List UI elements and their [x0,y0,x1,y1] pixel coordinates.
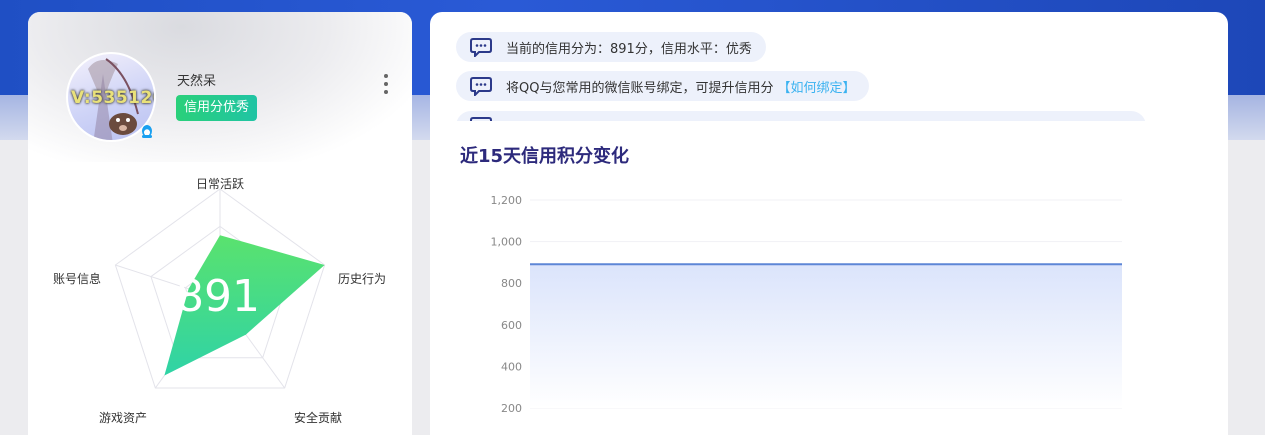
chart-ytick-label: 1,000 [491,236,523,249]
notice-partial [456,111,1146,121]
chart-ytick-label: 400 [501,360,522,373]
radar-axis-label: 日常活跃 [196,177,244,191]
how-to-bind-link[interactable]: 【如何绑定】 [777,77,855,96]
credit-level-badge: 信用分优秀 [176,95,258,121]
chart-ytick-label: 200 [501,402,522,415]
username: 天然呆 [177,74,217,89]
notice-scroll-clip [456,111,1146,121]
notice-current-score: 当前的信用分为：891分，信用水平：优秀 [456,32,766,62]
avatar-container[interactable]: V:535120 [66,52,156,142]
chart-ytick-label: 1,200 [491,194,523,207]
vip-badge: V:535120 [71,88,156,108]
chart-ytick-label: 800 [501,277,522,290]
radar-axis-label: 安全贡献 [294,410,342,425]
profile-card: V:535120 天然呆 信用分优秀 891 日常活跃历史行为安全贡献 游戏资产 账号… [28,12,412,435]
message-icon [470,38,492,57]
more-options-icon[interactable] [380,72,392,96]
qq-penguin-icon [142,125,152,138]
credit-details-card: 当前的信用分为：891分，信用水平：优秀 将QQ与您常用的微信账号绑定，可提升信… [430,12,1228,435]
chart-title: 近15天信用积分变化 [460,146,630,167]
notice-text: 当前的信用分为：891分，信用水平：优秀 [506,41,752,57]
chart-ytick-label: 600 [501,319,522,332]
radar-axis-label: 账号信息 [53,271,101,286]
credit-trend-chart: 200 400 600 800 1,000 1,200 [491,194,1123,415]
notice-text: 将QQ与您常用的微信账号绑定，可提升信用分 [506,80,774,96]
credit-radar-chart: 891 日常活跃历史行为安全贡献 游戏资产 账号信息 [53,177,386,425]
chart-area-fill [530,264,1122,408]
message-icon [470,117,492,121]
radar-axis-label: 历史行为 [338,272,386,286]
radar-score: 891 [176,271,260,322]
message-icon [470,77,492,96]
radar-axis-label: 游戏资产 [99,411,147,425]
notice-bind-wechat: 将QQ与您常用的微信账号绑定，可提升信用分 【如何绑定】 [456,71,870,101]
